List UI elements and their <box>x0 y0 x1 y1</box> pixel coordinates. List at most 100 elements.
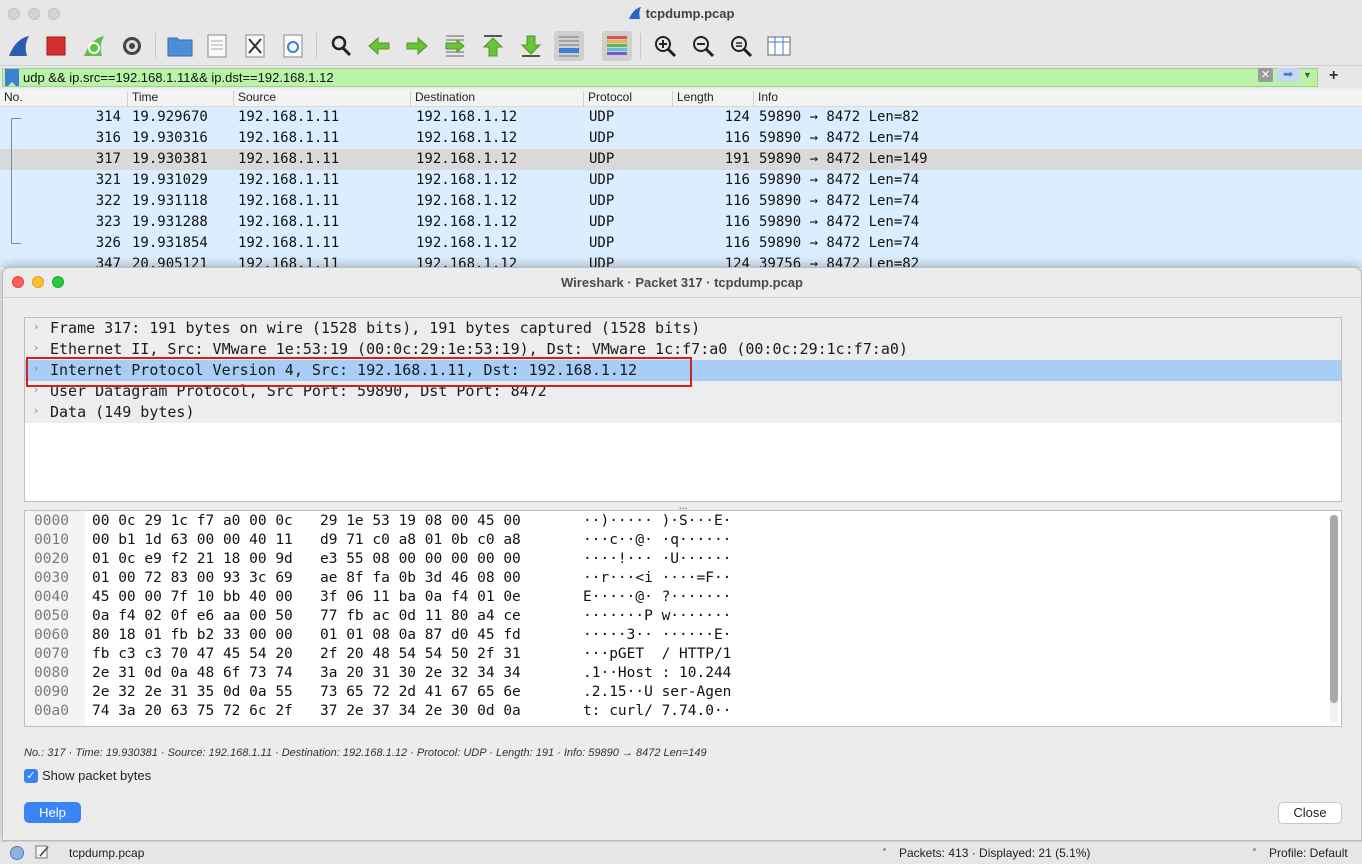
hex-row[interactable]: 0040 45 00 00 7f 10 bb 40 00 3f 06 11 ba 0… <box>25 589 1325 608</box>
hex-ascii: .2.15··U ser-Agen <box>583 684 732 700</box>
hex-ascii: .1··Host : 10.244 <box>583 665 732 681</box>
show-packet-bytes-label[interactable]: Show packet bytes <box>42 768 151 783</box>
hex-offset: 0040 <box>34 589 69 605</box>
cell-no: 316 <box>95 130 121 146</box>
cell-no: 317 <box>95 151 121 167</box>
cell-destination: 192.168.1.12 <box>416 172 518 188</box>
show-packet-bytes-row[interactable]: ✓ Show packet bytes <box>24 768 151 783</box>
hex-row[interactable]: 0070 fb c3 c3 70 47 45 54 20 2f 20 48 54 5… <box>25 646 1325 665</box>
cell-info: 59890 → 8472 Len=74 <box>759 193 920 209</box>
hex-bytes-second-half: 37 2e 37 34 2e 30 0d 0a <box>320 703 521 719</box>
dialog-title: Wireshark · Packet 317 · tcpdump.pcap <box>561 275 803 290</box>
packet-row[interactable]: 317 19.930381 192.168.1.11 192.168.1.12 UDP 1… <box>0 149 1362 170</box>
expand-chevron-icon[interactable]: › <box>34 341 38 354</box>
cell-time: 19.931118 <box>132 193 208 209</box>
hex-ascii: E·····@· ?······· <box>583 589 732 605</box>
status-packet-counts: Packets: 413 · Displayed: 21 (5.1%) <box>899 846 1091 860</box>
packet-row[interactable]: 321 19.931029 192.168.1.11 192.168.1.12 UDP 1… <box>0 170 1362 191</box>
cell-source: 192.168.1.11 <box>238 235 340 251</box>
cell-info: 59890 → 8472 Len=74 <box>759 130 920 146</box>
hex-row[interactable]: 0000 00 0c 29 1c f7 a0 00 0c 29 1e 53 19 0… <box>25 513 1325 532</box>
hex-bytes-first-half: 80 18 01 fb b2 33 00 00 <box>92 627 293 643</box>
packet-dialog: Wireshark · Packet 317 · tcpdump.pcap › … <box>2 267 1362 841</box>
bytes-scrollbar[interactable] <box>1330 515 1338 703</box>
tree-item-frame[interactable]: › Frame 317: 191 bytes on wire (1528 bit… <box>25 318 1341 339</box>
tree-item-data[interactable]: › Data (149 bytes) <box>25 402 1341 423</box>
hex-row[interactable]: 0030 01 00 72 83 00 93 3c 69 ae 8f fa 0b 3… <box>25 570 1325 589</box>
packet-row[interactable]: 322 19.931118 192.168.1.11 192.168.1.12 UDP 1… <box>0 191 1362 212</box>
packet-summary-status: No.: 317 · Time: 19.930381 · Source: 192… <box>24 747 707 759</box>
show-packet-bytes-checkbox[interactable]: ✓ <box>24 768 38 783</box>
hex-row[interactable]: 0050 0a f4 02 0f e6 aa 00 50 77 fb ac 0d 1… <box>25 608 1325 627</box>
status-profile[interactable]: Profile: Default <box>1269 846 1348 860</box>
main-statusbar: tcpdump.pcap Packets: 413 · Displayed: 2… <box>0 841 1362 864</box>
hex-row[interactable]: 0020 01 0c e9 f2 21 18 00 9d e3 55 08 00 0… <box>25 551 1325 570</box>
hex-ascii: ··)····· )·S···E· <box>583 513 732 529</box>
highlight-annotation-box <box>26 357 692 387</box>
cell-info: 59890 → 8472 Len=74 <box>759 235 920 251</box>
hex-bytes-second-half: 29 1e 53 19 08 00 45 00 <box>320 513 521 529</box>
cell-source: 192.168.1.11 <box>238 193 340 209</box>
conversation-bracket-top <box>11 118 21 119</box>
hex-bytes-second-half: 77 fb ac 0d 11 80 a4 ce <box>320 608 521 624</box>
cell-info: 59890 → 8472 Len=74 <box>759 172 920 188</box>
cell-protocol: UDP <box>589 130 615 146</box>
cell-protocol: UDP <box>589 151 615 167</box>
packet-detail-tree[interactable]: › Frame 317: 191 bytes on wire (1528 bit… <box>24 317 1342 502</box>
hex-row[interactable]: 0010 00 b1 1d 63 00 00 40 11 d9 71 c0 a8 0… <box>25 532 1325 551</box>
cell-protocol: UDP <box>589 214 615 230</box>
tree-item-label: Ethernet II, Src: VMware_1e:53:19 (00:0c… <box>50 340 908 358</box>
help-button[interactable]: Help <box>24 802 81 823</box>
hex-ascii: ·····3·· ······E· <box>583 627 732 643</box>
hex-offset: 0090 <box>34 684 69 700</box>
cell-time: 19.930381 <box>132 151 208 167</box>
expand-chevron-icon[interactable]: › <box>34 320 38 333</box>
status-separator <box>1253 848 1256 851</box>
packet-row[interactable]: 323 19.931288 192.168.1.11 192.168.1.12 UDP 1… <box>0 212 1362 233</box>
packet-row[interactable]: 314 19.929670 192.168.1.11 192.168.1.12 UDP 1… <box>0 107 1362 128</box>
hex-row[interactable]: 0080 2e 31 0d 0a 48 6f 73 74 3a 20 31 30 2… <box>25 665 1325 684</box>
cell-source: 192.168.1.11 <box>238 109 340 125</box>
conversation-bracket <box>11 118 20 244</box>
hex-bytes-first-half: 00 b1 1d 63 00 00 40 11 <box>92 532 293 548</box>
status-file-name: tcpdump.pcap <box>69 846 145 860</box>
hex-offset: 0020 <box>34 551 69 567</box>
hex-row[interactable]: 0060 80 18 01 fb b2 33 00 00 01 01 08 0a 8… <box>25 627 1325 646</box>
status-separator <box>883 848 886 851</box>
cell-source: 192.168.1.11 <box>238 172 340 188</box>
hex-offset: 0070 <box>34 646 69 662</box>
hex-ascii: t: curl/ 7.74.0·· <box>583 703 732 719</box>
cell-length: 124 <box>724 109 750 125</box>
expert-info-icon[interactable] <box>9 845 25 864</box>
hex-ascii: ···c··@· ·q······ <box>583 532 732 548</box>
hex-bytes-second-half: 01 01 08 0a 87 d0 45 fd <box>320 627 521 643</box>
cell-no: 322 <box>95 193 121 209</box>
cell-protocol: UDP <box>589 172 615 188</box>
hex-ascii: ···pGET / HTTP/1 <box>583 646 732 662</box>
expand-chevron-icon[interactable]: › <box>34 404 38 417</box>
hex-offset: 0000 <box>34 513 69 529</box>
hex-bytes-second-half: d9 71 c0 a8 01 0b c0 a8 <box>320 532 521 548</box>
packet-row[interactable]: 326 19.931854 192.168.1.11 192.168.1.12 UDP 1… <box>0 233 1362 254</box>
cell-time: 19.931029 <box>132 172 208 188</box>
cell-no: 326 <box>95 235 121 251</box>
close-button[interactable]: Close <box>1278 802 1342 824</box>
hex-row[interactable]: 00a0 74 3a 20 63 75 72 6c 2f 37 2e 37 34 2… <box>25 703 1325 722</box>
hex-ascii: ··r···<i ····=F·· <box>583 570 732 586</box>
hex-ascii: ·······P w······· <box>583 608 732 624</box>
cell-protocol: UDP <box>589 109 615 125</box>
cell-length: 191 <box>724 151 750 167</box>
packet-row[interactable]: 316 19.930316 192.168.1.11 192.168.1.12 UDP 1… <box>0 128 1362 149</box>
packet-bytes-pane[interactable]: 0000 00 0c 29 1c f7 a0 00 0c 29 1e 53 19 0… <box>24 510 1342 727</box>
hex-offset: 0060 <box>34 627 69 643</box>
packet-row[interactable]: 347 20.905121 192.168.1.11 192.168.1.12 UDP 1… <box>0 254 1362 268</box>
cell-length: 116 <box>724 172 750 188</box>
cell-no: 323 <box>95 214 121 230</box>
capture-comment-icon[interactable] <box>34 844 50 863</box>
cell-protocol: UDP <box>589 193 615 209</box>
cell-length: 116 <box>724 130 750 146</box>
hex-bytes-first-half: 00 0c 29 1c f7 a0 00 0c <box>92 513 293 529</box>
hex-bytes-second-half: 2f 20 48 54 54 50 2f 31 <box>320 646 521 662</box>
hex-row[interactable]: 0090 2e 32 2e 31 35 0d 0a 55 73 65 72 2d 4… <box>25 684 1325 703</box>
cell-info: 59890 → 8472 Len=82 <box>759 109 920 125</box>
